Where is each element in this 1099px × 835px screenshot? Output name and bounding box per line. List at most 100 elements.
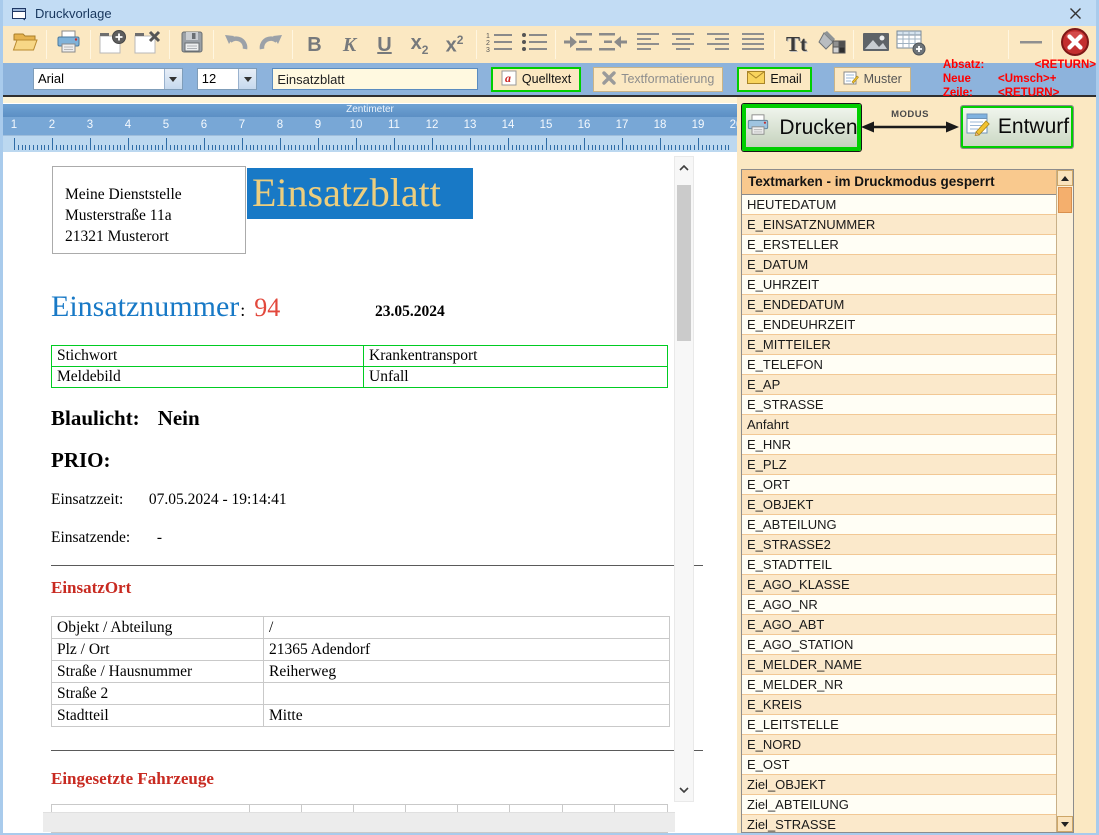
- ruler-tick: [500, 145, 501, 150]
- textmark-item[interactable]: E_ENDEUHRZEIT: [742, 315, 1056, 335]
- textmark-item[interactable]: E_ABTEILUNG: [742, 515, 1056, 535]
- textmark-item[interactable]: E_AP: [742, 375, 1056, 395]
- textmark-item[interactable]: Ziel_OBJEKT: [742, 775, 1056, 795]
- toolbar-separator: [292, 30, 293, 59]
- textmark-item[interactable]: E_PLZ: [742, 455, 1056, 475]
- textmark-item[interactable]: E_AGO_NR: [742, 595, 1056, 615]
- close-window-button[interactable]: [1069, 7, 1082, 20]
- textformatierung-button[interactable]: Textformatierung: [593, 67, 723, 92]
- italic-button[interactable]: K: [332, 28, 367, 61]
- fill-color-button[interactable]: [814, 28, 849, 61]
- textmark-item[interactable]: E_ORT: [742, 475, 1056, 495]
- textmark-item[interactable]: E_AGO_ABT: [742, 615, 1056, 635]
- textmark-item[interactable]: E_DATUM: [742, 255, 1056, 275]
- textmark-item[interactable]: E_TELEFON: [742, 355, 1056, 375]
- ruler-tick: [212, 145, 213, 150]
- scroll-up-icon[interactable]: [675, 160, 693, 176]
- scroll-down-button[interactable]: [1057, 816, 1073, 832]
- ruler-tick: [717, 145, 718, 150]
- bold-button[interactable]: B: [297, 28, 332, 61]
- scrollbar-thumb[interactable]: [677, 185, 691, 341]
- textmark-scrollbar[interactable]: [1056, 170, 1073, 832]
- ruler-tick: [181, 145, 182, 150]
- align-left-button[interactable]: [630, 28, 665, 61]
- textmark-item[interactable]: HEUTEDATUM: [742, 195, 1056, 215]
- font-family-value: Arial: [34, 69, 164, 89]
- textmark-item[interactable]: E_NORD: [742, 735, 1056, 755]
- ruler-tick: [459, 145, 460, 150]
- textmark-item[interactable]: E_UHRZEIT: [742, 275, 1056, 295]
- ruler-tick: [523, 145, 524, 150]
- ruler-tick: [485, 145, 486, 150]
- ruler-tick: [265, 145, 266, 150]
- ruler-tick: [151, 145, 152, 150]
- textmark-item[interactable]: Ziel_ABTEILUNG: [742, 795, 1056, 815]
- document-horizontal-scrollbar[interactable]: [43, 812, 675, 832]
- ruler-tick: [504, 145, 505, 150]
- underline-button[interactable]: U: [367, 28, 402, 61]
- align-center-button[interactable]: [665, 28, 700, 61]
- open-button[interactable]: [7, 28, 42, 61]
- window-title: Druckvorlage: [35, 6, 112, 21]
- textmark-item[interactable]: E_MITTEILER: [742, 335, 1056, 355]
- numbered-list-button[interactable]: 1 2 3: [481, 28, 516, 61]
- insert-image-button[interactable]: [858, 28, 893, 61]
- textmark-item[interactable]: E_AGO_KLASSE: [742, 575, 1056, 595]
- quelltext-button[interactable]: a Quelltext: [491, 67, 581, 92]
- textmark-item[interactable]: E_STRASSE2: [742, 535, 1056, 555]
- ruler-tick: [474, 145, 475, 150]
- textmark-item[interactable]: E_HNR: [742, 435, 1056, 455]
- drucken-button[interactable]: Drucken: [742, 104, 861, 151]
- font-family-select[interactable]: Arial: [33, 68, 183, 90]
- ruler-tick: [177, 145, 178, 150]
- textmark-item[interactable]: E_MELDER_NAME: [742, 655, 1056, 675]
- undo-button[interactable]: [218, 28, 253, 61]
- align-justify-button[interactable]: [735, 28, 770, 61]
- muster-button[interactable]: Muster: [834, 67, 911, 92]
- indent-decrease-button[interactable]: [595, 28, 630, 61]
- textmark-item[interactable]: E_KREIS: [742, 695, 1056, 715]
- close-editor-button[interactable]: [1057, 28, 1092, 61]
- entwurf-button[interactable]: Entwurf: [961, 106, 1073, 148]
- horizontal-line-button[interactable]: [1013, 28, 1048, 61]
- textmark-item[interactable]: E_OBJEKT: [742, 495, 1056, 515]
- document-vertical-scrollbar[interactable]: [674, 156, 694, 802]
- redo-button[interactable]: [253, 28, 288, 61]
- scroll-down-icon[interactable]: [675, 782, 693, 798]
- indent-increase-button[interactable]: [560, 28, 595, 61]
- textmark-item[interactable]: E_ENDEDATUM: [742, 295, 1056, 315]
- print-button[interactable]: [51, 28, 86, 61]
- superscript-button[interactable]: x2: [437, 28, 472, 61]
- textmark-item[interactable]: E_EINSATZNUMMER: [742, 215, 1056, 235]
- ruler-tick: [189, 145, 190, 150]
- bullet-list-button[interactable]: [516, 28, 551, 61]
- textmark-item[interactable]: E_STRASSE: [742, 395, 1056, 415]
- email-button[interactable]: Email: [737, 67, 811, 92]
- ruler-tick: [630, 145, 631, 150]
- font-size-select[interactable]: 12: [197, 68, 258, 90]
- svg-text:2: 2: [486, 40, 490, 47]
- textmark-item[interactable]: E_ERSTELLER: [742, 235, 1056, 255]
- textmark-item[interactable]: Ziel_STRASSE: [742, 815, 1056, 832]
- textmark-item[interactable]: E_AGO_STATION: [742, 635, 1056, 655]
- scrollbar-track[interactable]: [1057, 214, 1073, 816]
- align-right-button[interactable]: [700, 28, 735, 61]
- textmark-item[interactable]: E_STADTTEIL: [742, 555, 1056, 575]
- scroll-up-button[interactable]: [1057, 170, 1073, 186]
- textmark-item[interactable]: E_LEITSTELLE: [742, 715, 1056, 735]
- subscript-button[interactable]: x2: [402, 28, 437, 61]
- ruler-tick: [622, 138, 623, 150]
- textmark-item[interactable]: E_OST: [742, 755, 1056, 775]
- document-viewport[interactable]: Meine Dienststelle Musterstraße 11a 2132…: [3, 152, 737, 833]
- add-page-button[interactable]: [95, 28, 130, 61]
- scrollbar-thumb[interactable]: [1058, 187, 1072, 213]
- save-button[interactable]: [174, 28, 209, 61]
- textmark-item[interactable]: E_MELDER_NR: [742, 675, 1056, 695]
- ruler-tick: [82, 145, 83, 150]
- textmark-item[interactable]: Anfahrt: [742, 415, 1056, 435]
- delete-page-button[interactable]: [130, 28, 165, 61]
- font-style-button[interactable]: Tt: [779, 28, 814, 61]
- insert-table-button[interactable]: [893, 28, 928, 61]
- ruler-tick: [79, 145, 80, 150]
- template-title-input[interactable]: [272, 68, 478, 90]
